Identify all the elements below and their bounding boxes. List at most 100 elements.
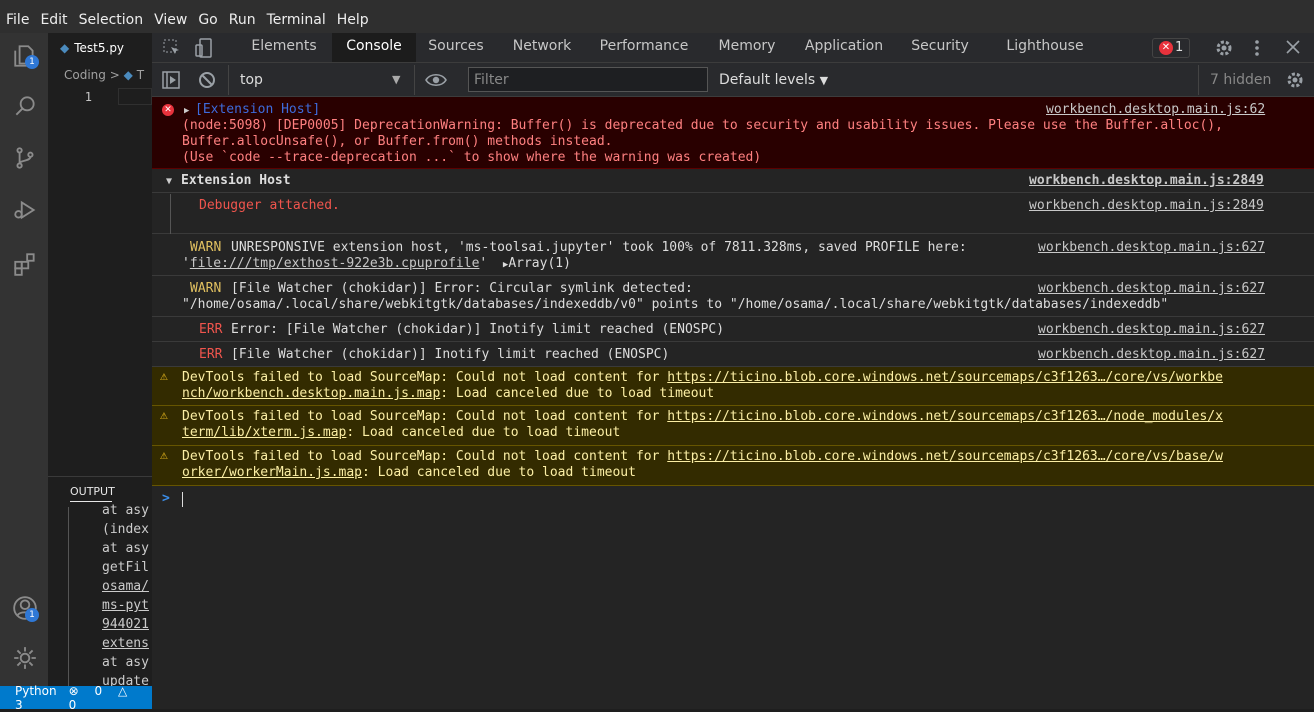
tab-sources[interactable]: Sources xyxy=(418,33,494,62)
tab-test5-py[interactable]: ◆ Test5.py xyxy=(48,33,152,63)
log-level-tag: WARN xyxy=(190,240,222,255)
tab-network[interactable]: Network xyxy=(502,33,582,62)
tab-application[interactable]: Application xyxy=(798,33,890,62)
tab-memory[interactable]: Memory xyxy=(710,33,784,62)
output-line: at asy xyxy=(102,503,149,518)
source-link[interactable]: workbench.desktop.main.js:2849 xyxy=(1029,198,1264,214)
extensions-icon[interactable] xyxy=(12,251,38,277)
console-prompt-area[interactable]: > xyxy=(152,487,1314,709)
log-message-line: [File Watcher (chokidar)] Error: Circula… xyxy=(231,281,693,296)
console-error-entry[interactable]: ✕ ▶ [Extension Host] (node:5098) [DEP000… xyxy=(152,97,1314,169)
warning-icon: ⚠ xyxy=(160,448,168,463)
menu-file[interactable]: File xyxy=(6,12,29,28)
console-warning-entry[interactable]: ⚠ DevTools failed to load SourceMap: Cou… xyxy=(152,406,1314,446)
breadcrumb-folder[interactable]: Coding xyxy=(64,68,106,82)
source-link[interactable]: workbench.desktop.main.js:627 xyxy=(1038,322,1265,338)
console-log-entry[interactable]: WARN UNRESPONSIVE extension host, 'ms-to… xyxy=(152,235,1314,276)
activity-bar: 1 1 xyxy=(0,33,48,686)
console-log-entry[interactable]: ERR Error: [File Watcher (chokidar)] Ino… xyxy=(152,318,1314,342)
tab-console[interactable]: Console xyxy=(332,33,416,62)
log-levels-dropdown[interactable]: Default levels ▼ xyxy=(719,72,828,88)
source-link[interactable]: workbench.desktop.main.js:627 xyxy=(1038,240,1265,256)
more-options-icon[interactable] xyxy=(1252,38,1262,58)
menu-bar: File Edit Selection View Go Run Terminal… xyxy=(0,0,1314,33)
close-icon[interactable] xyxy=(1286,40,1300,54)
context-selector[interactable]: top xyxy=(240,72,263,88)
menu-go[interactable]: Go xyxy=(198,12,217,28)
clear-console-icon[interactable] xyxy=(198,71,216,89)
source-link[interactable]: workbench.desktop.main.js:2849 xyxy=(1029,173,1264,189)
log-message-line: DevTools failed to load SourceMap: Could… xyxy=(182,409,1223,425)
menu-selection[interactable]: Selection xyxy=(79,12,144,28)
console-log-entry[interactable]: WARN [File Watcher (chokidar)] Error: Ci… xyxy=(152,277,1314,317)
error-counter-button[interactable]: ✕ 1 xyxy=(1152,38,1190,58)
python-file-icon: ◆ xyxy=(60,41,70,55)
warning-icon: ⚠ xyxy=(160,369,168,384)
console-group-header[interactable]: ▼ Extension Host workbench.desktop.main.… xyxy=(152,170,1314,193)
settings-gear-icon[interactable] xyxy=(1214,38,1234,58)
python-interpreter[interactable]: Python 3 xyxy=(15,684,57,712)
console-settings-gear-icon[interactable] xyxy=(1285,70,1305,90)
console-log-entry[interactable]: ERR [File Watcher (chokidar)] Inotify li… xyxy=(152,343,1314,367)
log-message-line: nch/workbench.desktop.main.js.map: Load … xyxy=(182,386,714,402)
menu-help[interactable]: Help xyxy=(337,12,369,28)
log-message-line: orker/workerMain.js.map: Load canceled d… xyxy=(182,465,636,481)
line-number: 1 xyxy=(84,90,92,104)
toolbar-divider xyxy=(414,65,415,95)
output-line: extens xyxy=(102,636,149,651)
output-panel: OUTPUT at asy (index at asy getFil osama… xyxy=(48,476,152,689)
indent-guide xyxy=(68,507,69,687)
log-message-line: (node:5098) [DEP0005] DeprecationWarning… xyxy=(182,118,1223,133)
panel-tab-output[interactable]: OUTPUT xyxy=(70,485,115,498)
error-icon: ✕ xyxy=(162,104,174,116)
inspect-element-icon[interactable] xyxy=(162,38,182,58)
menu-run[interactable]: Run xyxy=(229,12,256,28)
tab-lighthouse[interactable]: Lighthouse xyxy=(998,33,1092,62)
source-control-icon[interactable] xyxy=(12,145,38,171)
console-warning-entry[interactable]: ⚠ DevTools failed to load SourceMap: Cou… xyxy=(152,446,1314,486)
expand-triangle-icon[interactable]: ▶ xyxy=(184,103,189,119)
output-line: at asy xyxy=(102,655,149,670)
device-toolbar-icon[interactable] xyxy=(194,37,214,59)
tab-security[interactable]: Security xyxy=(904,33,976,62)
console-log-entry[interactable]: Debugger attached. workbench.desktop.mai… xyxy=(152,194,1314,234)
error-count: 1 xyxy=(1175,40,1184,55)
source-link[interactable]: workbench.desktop.main.js:627 xyxy=(1038,347,1265,363)
log-level-tag: ERR xyxy=(199,347,223,362)
menu-terminal[interactable]: Terminal xyxy=(267,12,326,28)
sourcemap-link[interactable]: https://ticino.blob.core.windows.net/sou… xyxy=(667,449,1223,464)
warning-text: DevTools failed to load SourceMap: Could… xyxy=(182,409,668,424)
sourcemap-link[interactable]: nch/workbench.desktop.main.js.map xyxy=(182,386,440,401)
source-link[interactable]: workbench.desktop.main.js:62 xyxy=(1046,102,1265,118)
profile-file-link[interactable]: file:///tmp/exthost-922e3b.cpuprofile xyxy=(190,256,480,271)
chevron-down-icon: ▼ xyxy=(392,73,401,86)
explorer-badge: 1 xyxy=(25,55,39,69)
menu-view[interactable]: View xyxy=(154,12,187,28)
console-warning-entry[interactable]: ⚠ DevTools failed to load SourceMap: Cou… xyxy=(152,367,1314,406)
devtools-tabbar: Elements Console Sources Network Perform… xyxy=(152,33,1314,63)
menu-edit[interactable]: Edit xyxy=(40,12,67,28)
source-link[interactable]: workbench.desktop.main.js:627 xyxy=(1038,281,1265,297)
sourcemap-link[interactable]: term/lib/xterm.js.map xyxy=(182,425,346,440)
tab-performance[interactable]: Performance xyxy=(592,33,696,62)
sourcemap-link[interactable]: https://ticino.blob.core.windows.net/sou… xyxy=(667,370,1223,385)
warning-text: : Load canceled due to load timeout xyxy=(362,465,636,480)
output-line: at asy xyxy=(102,541,149,556)
manage-gear-icon[interactable] xyxy=(12,645,38,671)
search-icon[interactable] xyxy=(12,93,38,119)
sidebar-toggle-icon[interactable] xyxy=(162,71,180,89)
filter-input[interactable] xyxy=(468,67,708,92)
breadcrumb-file[interactable]: T xyxy=(137,68,144,82)
python-file-icon: ◆ xyxy=(123,68,133,82)
run-debug-icon[interactable] xyxy=(12,197,38,223)
output-line: ms-pyt xyxy=(102,598,149,613)
log-message-line: [File Watcher (chokidar)] Inotify limit … xyxy=(231,347,670,362)
sourcemap-link[interactable]: https://ticino.blob.core.windows.net/sou… xyxy=(667,409,1223,424)
array-preview[interactable]: Array(1) xyxy=(508,256,571,271)
problems-indicator[interactable]: ⊗ 0 △ 0 xyxy=(69,684,140,712)
sourcemap-link[interactable]: orker/workerMain.js.map xyxy=(182,465,362,480)
output-line: (index xyxy=(102,522,149,537)
live-expression-eye-icon[interactable] xyxy=(425,72,447,88)
tab-elements[interactable]: Elements xyxy=(238,33,330,62)
output-text: at asy (index at asy getFil osama/ ms-py… xyxy=(102,501,149,691)
